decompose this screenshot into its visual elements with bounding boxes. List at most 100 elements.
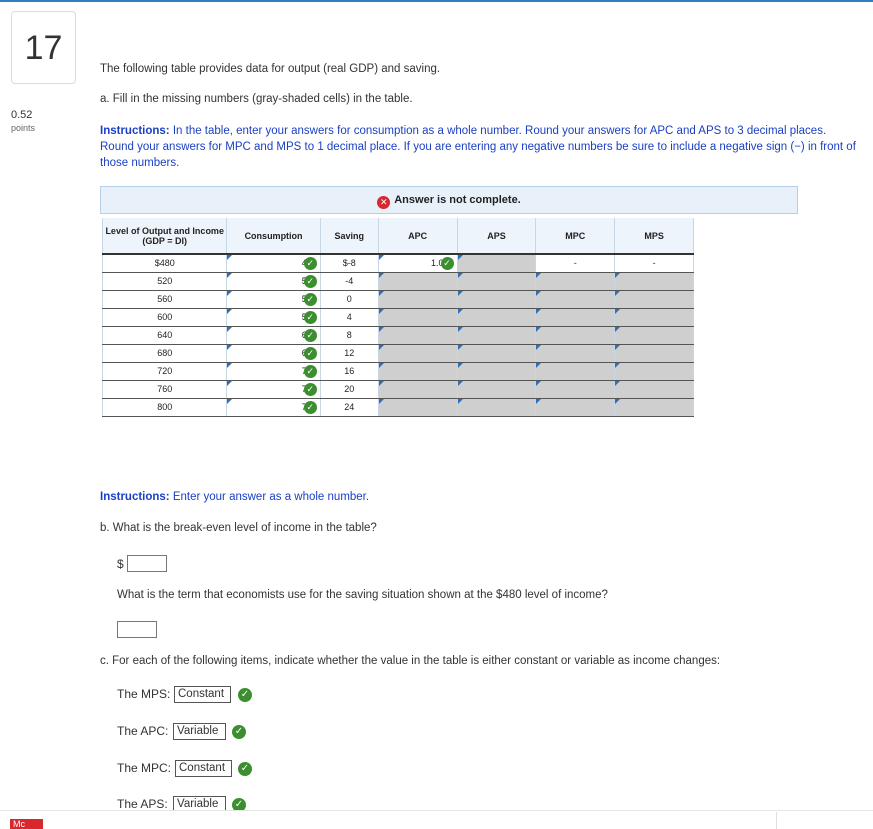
table-row: 640 632✓ 8 [101, 325, 694, 345]
header-mpc: MPC [535, 218, 616, 255]
level-cell: 640 [101, 326, 228, 345]
apc-input-cell[interactable] [377, 307, 458, 327]
part-b-term-text: What is the term that economists use for… [117, 589, 608, 601]
mps-input-cell[interactable] [614, 397, 694, 417]
mps-input-cell[interactable] [614, 379, 694, 399]
apc-select[interactable]: Variable [173, 723, 226, 740]
level-cell-value: 520 [157, 276, 173, 286]
input-flag-icon [378, 255, 384, 260]
aps-input-cell[interactable] [456, 343, 537, 363]
mpc-input-cell[interactable] [535, 397, 616, 417]
level-cell: 520 [101, 272, 228, 291]
header-level: Level of Output and Income (GDP = DI) [101, 218, 228, 255]
saving-cell-value: $-8 [342, 258, 356, 269]
input-flag-icon [378, 326, 384, 332]
mpc-input-cell[interactable] [535, 307, 616, 327]
aps-input-cell[interactable] [456, 307, 537, 327]
input-flag-icon [615, 362, 621, 368]
mps-input-cell[interactable] [614, 307, 694, 327]
aps-input-cell[interactable] [456, 271, 537, 291]
level-cell-value: 680 [157, 348, 173, 358]
break-even-input[interactable] [127, 555, 167, 572]
aps-input-cell[interactable] [456, 253, 537, 273]
aps-input-cell[interactable] [456, 379, 537, 399]
consumption-cell[interactable]: 596✓ [226, 308, 321, 327]
table-row: 760 740✓ 20 [101, 379, 694, 399]
correct-check-icon: ✓ [303, 364, 317, 378]
instructions-text: In the table, enter your answers for con… [100, 125, 856, 169]
consumption-cell[interactable]: 704✓ [226, 362, 321, 381]
saving-cell: 0 [319, 290, 379, 309]
consumption-cell[interactable]: 632✓ [226, 326, 321, 345]
mps-input-cell[interactable] [614, 325, 694, 345]
input-flag-icon [536, 308, 542, 314]
consumption-cell[interactable]: 668✓ [226, 344, 321, 363]
header-saving: Saving [319, 218, 379, 255]
mps-input-cell[interactable] [614, 289, 694, 309]
apc-input-cell[interactable] [377, 325, 458, 345]
input-flag-icon [227, 398, 233, 404]
mps-input-cell[interactable] [614, 271, 694, 291]
mcgraw-logo: Mc [10, 819, 43, 829]
level-cell-value: $480 [154, 258, 175, 269]
mpc-input-cell[interactable] [535, 361, 616, 381]
level-cell: $480 [101, 254, 228, 273]
input-flag-icon [378, 308, 384, 314]
input-flag-icon [536, 398, 542, 404]
apc-label: The APC: [117, 724, 169, 738]
consumption-cell[interactable]: 776✓ [226, 398, 321, 417]
input-flag-icon [227, 326, 233, 332]
aps-input-cell[interactable] [456, 289, 537, 309]
consumption-cell[interactable]: 560✓ [226, 290, 321, 309]
apc-input-cell[interactable] [377, 343, 458, 363]
points-label: points [11, 123, 36, 133]
consumption-cell[interactable]: 524✓ [226, 272, 321, 291]
instructions2-label: Instructions: [100, 491, 170, 503]
input-flag-icon [536, 344, 542, 350]
mpc-input-cell[interactable] [535, 289, 616, 309]
correct-check-icon: ✓ [303, 292, 317, 306]
mpc-input-cell[interactable] [535, 379, 616, 399]
apc-input-cell[interactable] [377, 361, 458, 381]
input-flag-icon [378, 362, 384, 368]
mpc-select[interactable]: Constant [175, 760, 232, 777]
term-input[interactable] [117, 621, 157, 638]
apc-input-cell[interactable] [377, 271, 458, 291]
apc-input-cell[interactable] [377, 379, 458, 399]
aps-input-cell[interactable] [456, 361, 537, 381]
input-flag-icon [615, 290, 621, 296]
header-mps: MPS [614, 218, 694, 255]
header-apc: APC [377, 218, 458, 255]
input-flag-icon [457, 344, 463, 350]
saving-cell: 24 [319, 398, 379, 417]
instructions2-text: Enter your answer as a whole number. [169, 491, 370, 503]
input-flag-icon [227, 344, 233, 350]
aps-input-cell[interactable] [456, 325, 537, 345]
aps-input-cell[interactable] [456, 397, 537, 417]
level-cell: 600 [101, 308, 228, 327]
apc-input-cell[interactable] [377, 397, 458, 417]
input-flag-icon [457, 326, 463, 332]
intro-text: The following table provides data for ou… [100, 63, 441, 75]
mps-cell: - [614, 254, 694, 273]
mps-check-icon: ✓ [238, 688, 252, 702]
apc-input-cell[interactable] [377, 289, 458, 309]
saving-cell: 12 [319, 344, 379, 363]
mps-label: The MPS: [117, 687, 171, 701]
mpc-input-cell[interactable] [535, 343, 616, 363]
saving-cell: -4 [319, 272, 379, 291]
input-flag-icon [536, 290, 542, 296]
saving-cell-value: 16 [344, 366, 355, 376]
consumption-cell[interactable]: 740✓ [226, 380, 321, 399]
saving-cell-value: 0 [346, 294, 352, 304]
table-row: 680 668✓ 12 [101, 343, 694, 363]
dollar-sign: $ [117, 557, 124, 571]
consumption-cell[interactable]: 488✓ [226, 254, 321, 273]
apc-check-icon: ✓ [232, 725, 246, 739]
mps-input-cell[interactable] [614, 343, 694, 363]
mpc-input-cell[interactable] [535, 271, 616, 291]
mps-select[interactable]: Constant [174, 686, 231, 703]
mps-input-cell[interactable] [614, 361, 694, 381]
apc-cell[interactable]: 1.017✓ [377, 254, 458, 273]
mpc-input-cell[interactable] [535, 325, 616, 345]
